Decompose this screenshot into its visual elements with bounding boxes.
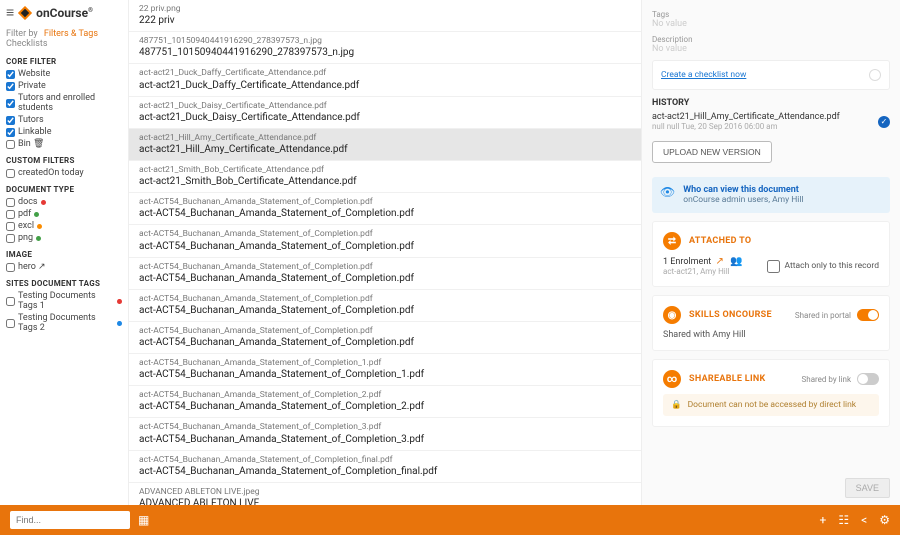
- document-row[interactable]: act-ACT54_Buchanan_Amanda_Statement_of_C…: [129, 386, 641, 418]
- filter-item[interactable]: Tutors and enrolled students: [6, 92, 122, 114]
- document-row[interactable]: act-act21_Hill_Amy_Certificate_Attendanc…: [129, 129, 641, 161]
- filter-item[interactable]: createdOn today: [6, 167, 122, 179]
- attached-title: ATTACHED TO: [689, 236, 751, 246]
- document-row[interactable]: act-ACT54_Buchanan_Amanda_Statement_of_C…: [129, 418, 641, 450]
- upload-version-button[interactable]: UPLOAD NEW VERSION: [652, 141, 772, 163]
- document-row[interactable]: act-ACT54_Buchanan_Amanda_Statement_of_C…: [129, 193, 641, 225]
- doctype-heading: DOCUMENT TYPE: [6, 185, 122, 194]
- filter-item[interactable]: excl: [6, 220, 122, 232]
- share-icon[interactable]: <: [861, 513, 867, 527]
- skills-right-label: Shared in portal: [795, 311, 851, 320]
- core-filter-heading: CORE FILTER: [6, 57, 122, 66]
- create-checklist-link[interactable]: Create a checklist now: [661, 70, 746, 80]
- filter-item[interactable]: docs: [6, 196, 122, 208]
- custom-filters-heading: CUSTOM FILTERS: [6, 156, 122, 165]
- tab-checklists[interactable]: Checklists: [6, 39, 47, 49]
- document-row[interactable]: act-act21_Duck_Daisy_Certificate_Attenda…: [129, 97, 641, 129]
- sidebar: ≡ onCourse® Filter by Filters & Tags Che…: [0, 0, 128, 505]
- document-row[interactable]: act-ACT54_Buchanan_Amanda_Statement_of_C…: [129, 322, 641, 354]
- document-row[interactable]: act-ACT54_Buchanan_Amanda_Statement_of_C…: [129, 451, 641, 483]
- filter-item[interactable]: Tutors: [6, 114, 122, 126]
- filter-by-label: Filter by: [6, 29, 38, 39]
- skills-card: ◉ SKILLS ONCOURSE Shared in portal Share…: [652, 295, 890, 351]
- filter-item[interactable]: hero ↗: [6, 261, 122, 273]
- bottom-bar: ▦ + ☷ < ⚙: [0, 505, 900, 535]
- shareable-link-card: ∞ SHAREABLE LINK Shared by link 🔒 Docume…: [652, 359, 890, 427]
- filter-item[interactable]: Testing Documents Tags 2: [6, 312, 122, 334]
- lock-icon: 🔒: [671, 400, 682, 410]
- detail-panel: Tags No value Description No value Creat…: [642, 0, 900, 505]
- filter-item[interactable]: Private: [6, 80, 122, 92]
- history-filename: act-act21_Hill_Amy_Certificate_Attendanc…: [652, 112, 840, 122]
- tags-label: Tags: [652, 10, 890, 19]
- document-row[interactable]: act-act21_Smith_Bob_Certificate_Attendan…: [129, 161, 641, 193]
- skills-shared: Shared with Amy Hill: [663, 330, 879, 340]
- logo-icon: [18, 6, 32, 20]
- document-list: 22 priv.png222 priv487751_10150940441916…: [128, 0, 642, 505]
- sitetags-heading: SITES DOCUMENT TAGS: [6, 279, 122, 288]
- share-link-icon: ∞: [663, 370, 681, 388]
- filter-item[interactable]: png: [6, 232, 122, 244]
- document-row[interactable]: act-act21_Duck_Daffy_Certificate_Attenda…: [129, 64, 641, 96]
- history-meta: null null Tue, 20 Sep 2016 06:00 am: [652, 122, 840, 131]
- history-check-icon: ✓: [878, 116, 890, 128]
- document-row[interactable]: act-ACT54_Buchanan_Amanda_Statement_of_C…: [129, 225, 641, 257]
- brand-name: onCourse®: [36, 6, 93, 20]
- people-icon[interactable]: 👥: [730, 256, 742, 267]
- filter-item[interactable]: Linkable: [6, 126, 122, 138]
- enrolment-count: 1 Enrolment: [663, 257, 711, 267]
- list-view-icon[interactable]: ☷: [838, 513, 849, 527]
- share-right-label: Shared by link: [802, 375, 851, 384]
- filter-item[interactable]: pdf: [6, 208, 122, 220]
- filter-item[interactable]: Website: [6, 68, 122, 80]
- history-item[interactable]: act-act21_Hill_Amy_Certificate_Attendanc…: [652, 108, 890, 135]
- gear-icon[interactable]: ⚙: [879, 513, 890, 527]
- share-title: SHAREABLE LINK: [689, 374, 766, 384]
- filter-item[interactable]: Bin 🗑: [6, 138, 122, 150]
- image-heading: IMAGE: [6, 250, 122, 259]
- desc-value[interactable]: No value: [652, 44, 890, 54]
- filter-item[interactable]: Testing Documents Tags 1: [6, 290, 122, 312]
- document-row[interactable]: act-ACT54_Buchanan_Amanda_Statement_of_C…: [129, 258, 641, 290]
- add-icon[interactable]: +: [820, 513, 827, 527]
- portal-toggle[interactable]: [857, 309, 879, 321]
- open-icon[interactable]: ↗: [715, 256, 723, 267]
- tags-value[interactable]: No value: [652, 19, 890, 29]
- document-row[interactable]: act-ACT54_Buchanan_Amanda_Statement_of_C…: [129, 354, 641, 386]
- save-button[interactable]: SAVE: [845, 478, 890, 498]
- menu-icon[interactable]: ≡: [6, 4, 14, 21]
- who-sub: onCourse admin users, Amy Hill: [683, 195, 803, 205]
- share-warning: 🔒 Document can not be accessed by direct…: [663, 394, 879, 416]
- checklist-card: Create a checklist now: [652, 60, 890, 90]
- document-row[interactable]: ADVANCED ABLETON LIVE.jpegADVANCED ABLET…: [129, 483, 641, 505]
- who-can-view-card: 👁 Who can view this document onCourse ad…: [652, 177, 890, 213]
- find-input[interactable]: [10, 511, 130, 529]
- eye-icon: 👁: [660, 185, 675, 199]
- history-heading: HISTORY: [652, 98, 890, 108]
- link-toggle[interactable]: [857, 373, 879, 385]
- skills-title: SKILLS ONCOURSE: [689, 310, 772, 320]
- tab-filters[interactable]: Filters & Tags: [44, 29, 98, 39]
- document-row[interactable]: act-ACT54_Buchanan_Amanda_Statement_of_C…: [129, 290, 641, 322]
- calendar-icon[interactable]: ▦: [138, 513, 149, 527]
- checklist-progress-icon: [869, 69, 881, 81]
- enrolment-sub: act-act21, Amy Hill: [663, 267, 745, 276]
- globe-icon: ◉: [663, 306, 681, 324]
- who-title: Who can view this document: [683, 185, 803, 195]
- document-row[interactable]: 487751_10150940441916290_278397573_n.jpg…: [129, 32, 641, 64]
- link-icon: ⮂: [663, 232, 681, 250]
- attach-only-checkbox[interactable]: Attach only to this record: [767, 260, 879, 273]
- desc-label: Description: [652, 35, 890, 44]
- document-row[interactable]: 22 priv.png222 priv: [129, 0, 641, 32]
- attached-to-card: ⮂ ATTACHED TO 1 Enrolment ↗ 👥 act-act21,…: [652, 221, 890, 287]
